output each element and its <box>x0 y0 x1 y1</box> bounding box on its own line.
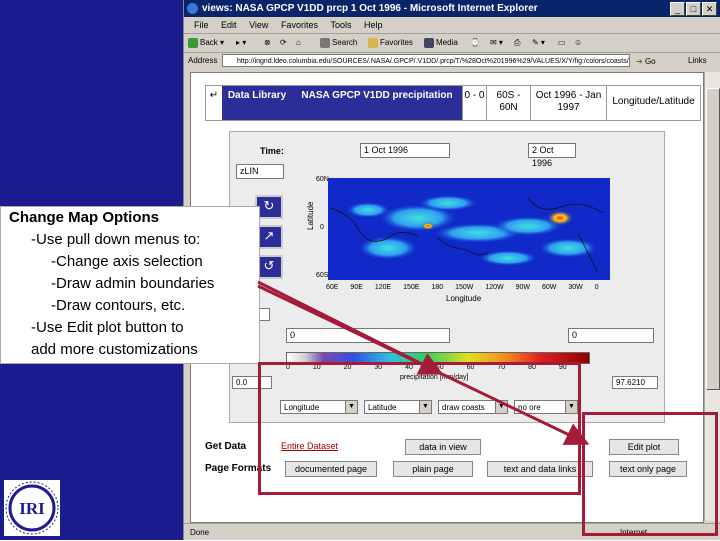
status-left: Done <box>190 528 210 537</box>
back-arrow-icon <box>188 37 198 48</box>
callout-line: -Use pull down menus to: <box>31 231 201 248</box>
colorbar-max-field[interactable]: 97.6210 <box>612 376 658 389</box>
edit-page-icon[interactable]: ✎ ▾ <box>532 34 545 52</box>
messenger-icon[interactable]: ☺ <box>574 34 582 52</box>
header-x-range: 0 - 0 <box>462 86 486 120</box>
search-icon <box>320 37 330 48</box>
mail-icon[interactable]: ✉ ▾ <box>490 34 503 52</box>
scrollbar-thumb[interactable] <box>706 88 720 390</box>
lon-tick: 90E <box>350 284 363 291</box>
refresh-icon[interactable]: ⟳ <box>280 34 287 52</box>
maximize-icon[interactable]: □ <box>686 2 701 16</box>
address-bar: Address http://ingrid.ldeo.columbia.edu/… <box>184 52 720 70</box>
lon-tick: 30W <box>568 284 583 291</box>
favorites-button[interactable]: Favorites <box>368 34 413 52</box>
lon-tick: 90W <box>515 284 531 291</box>
links-button[interactable]: Links <box>688 52 707 70</box>
ie-icon <box>187 3 198 14</box>
menu-edit[interactable]: Edit <box>221 20 237 30</box>
home-icon[interactable]: ⌂ <box>296 34 301 52</box>
discuss-icon[interactable]: ▭ <box>558 34 566 52</box>
menu-favorites[interactable]: Favorites <box>281 20 318 30</box>
time-end-field[interactable]: 2 Oct 1996 <box>528 143 576 168</box>
search-button[interactable]: Search <box>320 34 357 52</box>
stop-icon[interactable]: ⊗ <box>264 34 271 52</box>
title-bar: views: NASA GPCP V1DD prcp 1 Oct 1996 - … <box>184 0 720 17</box>
minimize-icon[interactable]: _ <box>670 2 685 16</box>
lon-tick: 120W <box>485 284 504 291</box>
highlight-pulldowns <box>258 362 581 495</box>
forward-button[interactable]: ▸ ▾ <box>236 34 246 52</box>
toolbar: Back ▾ ▸ ▾ ⊗ ⟳ ⌂ Search Favorites Media … <box>184 34 720 53</box>
lat-tick-2: 0 <box>320 224 324 231</box>
annotation-callout: Change Map Options -Use pull down menus … <box>0 206 260 364</box>
lon-ticks: 60E 90E 120E 150E 180 150W 120W 90W 60W … <box>326 284 599 291</box>
menu-file[interactable]: File <box>194 20 209 30</box>
time-label: Time: <box>260 146 284 156</box>
y-axis-label: Latitude <box>306 201 315 230</box>
print-icon[interactable]: ⎙ <box>514 34 520 52</box>
callout-line: -Draw admin boundaries <box>51 275 215 292</box>
left-field[interactable]: zLIN <box>236 164 284 179</box>
lon-tick: 150W <box>455 284 474 291</box>
favorites-label: Favorites <box>380 38 413 47</box>
media-button[interactable]: Media <box>424 34 458 52</box>
x-axis-label: Longitude <box>446 294 482 303</box>
address-input[interactable]: http://ingrid.ldeo.columbia.edu/SOURCES/… <box>222 54 630 67</box>
lon-tick: 150E <box>403 284 420 291</box>
iri-logo: IRI <box>4 480 60 536</box>
callout-title: Change Map Options <box>9 209 159 226</box>
header-grid: Longitude/Latitude <box>606 86 700 120</box>
get-data-label: Get Data <box>205 441 247 452</box>
address-label: Address <box>188 56 218 65</box>
menu-bar: File Edit View Favorites Tools Help <box>184 17 720 34</box>
map-canvas <box>329 195 604 274</box>
logo-text: IRI <box>19 499 45 518</box>
precipitation-map[interactable] <box>328 178 610 280</box>
iri-logo-graphic: IRI <box>5 481 59 535</box>
lon-tick: 180 <box>431 284 444 291</box>
media-icon <box>424 37 434 48</box>
menu-help[interactable]: Help <box>364 20 383 30</box>
header-y-range: 60S - 60N <box>486 86 530 120</box>
back-button[interactable]: Back ▾ <box>188 34 224 52</box>
callout-line: -Draw contours, etc. <box>51 297 186 314</box>
callout-line: -Use Edit plot button to <box>31 319 184 336</box>
media-label: Media <box>436 38 458 47</box>
lat-tick-1: 60N <box>316 176 329 183</box>
dataset-header: ↵ Data Library NASA GPCP V1DD precipitat… <box>205 85 701 121</box>
back-label: Back <box>200 38 218 47</box>
highlight-edit-plot <box>582 412 718 536</box>
favorites-icon <box>368 37 378 48</box>
callout-line: add more customizations <box>31 341 198 358</box>
lon-tick: 120E <box>374 284 392 291</box>
lon-tick: 0 <box>594 284 599 291</box>
search-label: Search <box>332 38 358 47</box>
header-t-range: Oct 1996 - Jan 1997 <box>530 86 606 120</box>
menu-tools[interactable]: Tools <box>330 20 351 30</box>
header-nav-icon[interactable]: ↵ <box>206 86 222 120</box>
go-label: Go <box>644 57 656 66</box>
callout-line: -Change axis selection <box>51 253 203 270</box>
window-title: views: NASA GPCP V1DD prcp 1 Oct 1996 - … <box>202 3 538 14</box>
go-button[interactable]: ➔ Go <box>636 53 682 67</box>
row1-mid-field[interactable]: 0 <box>286 328 450 343</box>
row1-right-field[interactable]: 0 <box>568 328 654 343</box>
close-icon[interactable]: ✕ <box>702 2 717 16</box>
history-icon[interactable]: ⌚ <box>470 34 480 52</box>
lon-tick: 60E <box>326 284 339 291</box>
lon-tick: 60W <box>541 284 557 291</box>
lat-tick-3: 60S <box>316 272 329 279</box>
go-arrow-icon: ➔ <box>636 57 643 66</box>
time-start-field[interactable]: 1 Oct 1996 <box>360 143 450 158</box>
data-library-link[interactable]: Data Library <box>222 86 292 120</box>
menu-view[interactable]: View <box>249 20 268 30</box>
dataset-title-link[interactable]: NASA GPCP V1DD precipitation <box>292 86 462 120</box>
